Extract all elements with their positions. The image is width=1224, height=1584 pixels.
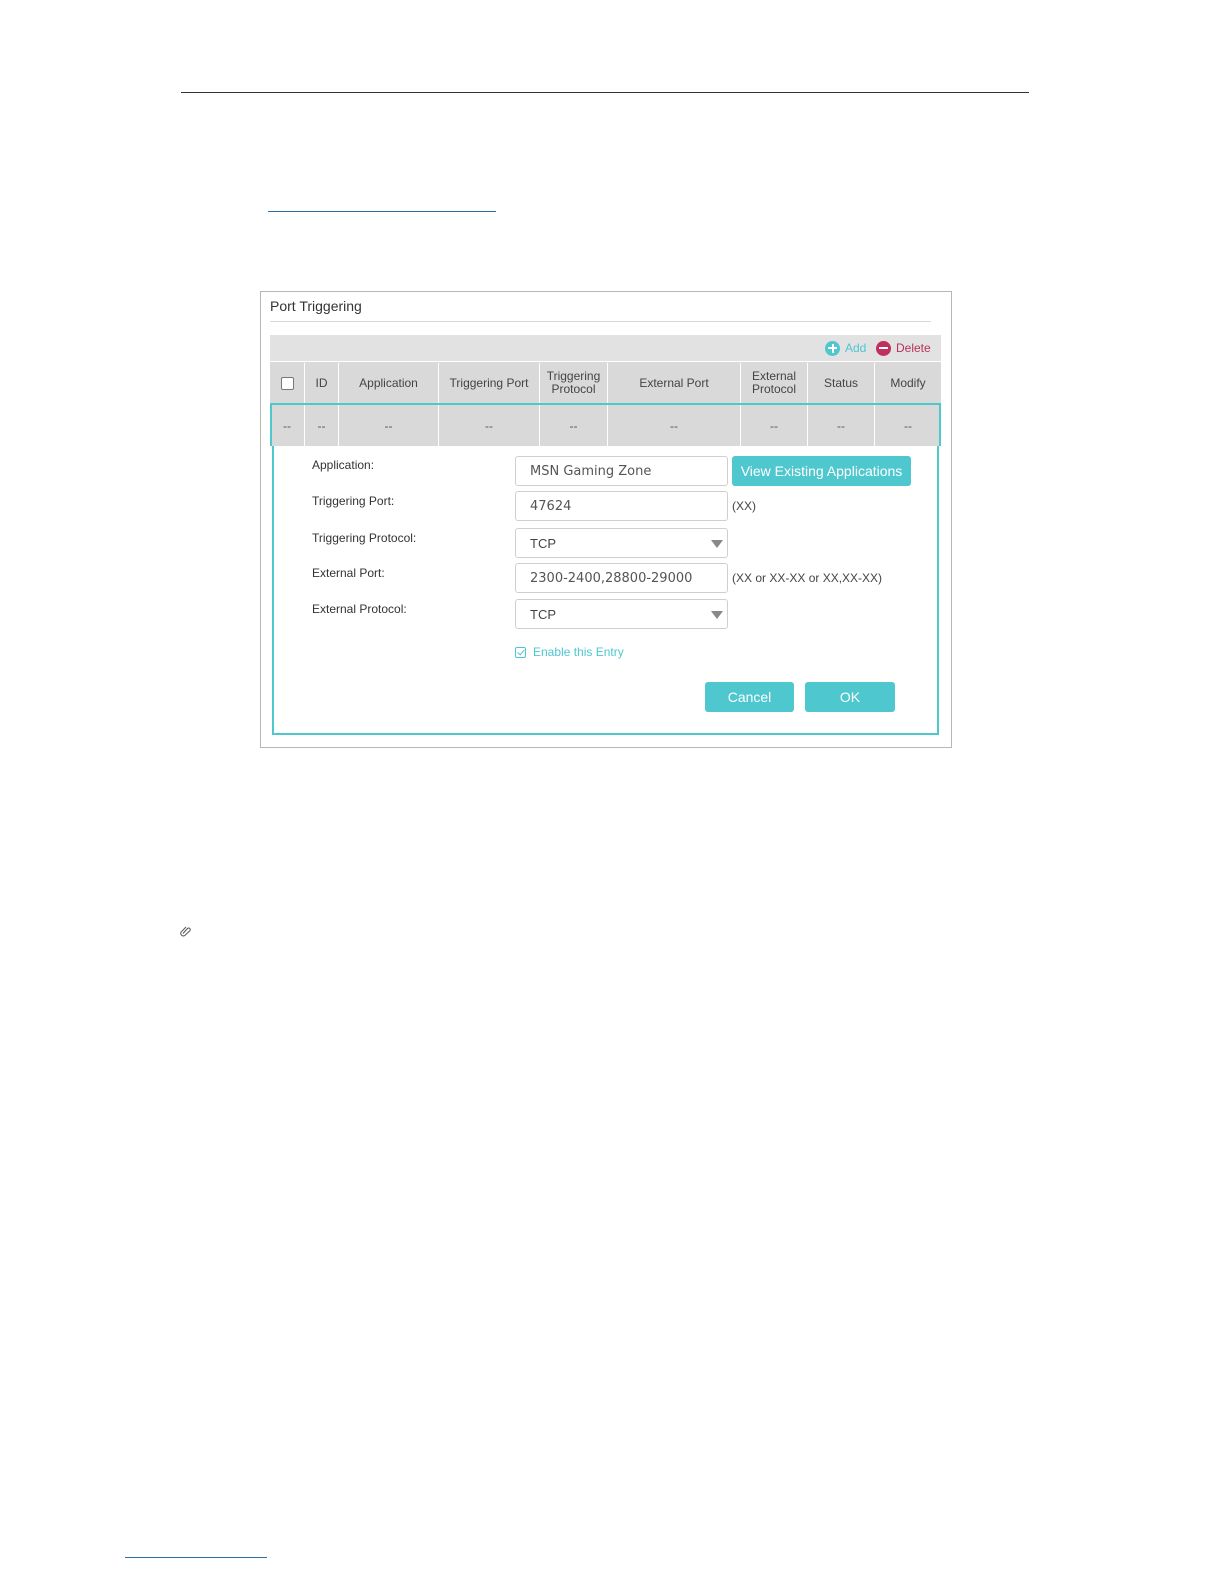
table-cell: -- xyxy=(305,405,339,446)
external-port-hint: (XX or XX-XX or XX,XX-XX) xyxy=(732,571,883,585)
table-cell: -- xyxy=(741,405,808,446)
port-triggering-table: ID Application Triggering Port Triggerin… xyxy=(270,362,941,446)
panel-title: Port Triggering xyxy=(270,298,362,314)
table-cell: -- xyxy=(808,405,875,446)
cancel-button[interactable]: Cancel xyxy=(705,682,794,712)
row-highlight-left xyxy=(270,404,272,446)
edit-entry-form: Application: View Existing Applications … xyxy=(272,446,939,735)
table-cell: -- xyxy=(540,405,608,446)
triggering-protocol-select[interactable]: TCP xyxy=(515,528,728,558)
delete-button[interactable]: Delete xyxy=(876,335,931,361)
external-protocol-label: External Protocol: xyxy=(312,602,407,616)
triggering-port-label: Triggering Port: xyxy=(312,494,395,508)
triggering-protocol-label: Triggering Protocol: xyxy=(312,531,417,545)
header-select-all[interactable] xyxy=(270,363,305,403)
triggering-port-hint: (XX) xyxy=(732,499,756,513)
page-header-rule xyxy=(181,92,1029,93)
table-cell: -- xyxy=(339,405,439,446)
add-label: Add xyxy=(845,341,867,355)
table-cell: -- xyxy=(270,405,305,446)
add-circle-icon xyxy=(825,340,840,356)
panel-title-divider xyxy=(270,321,931,322)
paperclip-icon xyxy=(180,926,191,937)
column-header-status: Status xyxy=(808,363,875,403)
select-all-checkbox[interactable] xyxy=(280,376,294,390)
view-existing-applications-button[interactable]: View Existing Applications xyxy=(732,456,911,486)
application-label: Application: xyxy=(312,458,375,472)
external-port-input[interactable] xyxy=(515,563,728,593)
checkbox-icon[interactable] xyxy=(515,646,526,658)
external-port-label: External Port: xyxy=(312,566,385,580)
link-underline xyxy=(268,211,496,212)
ok-button[interactable]: OK xyxy=(805,682,895,712)
dropdown-arrow-icon xyxy=(711,540,723,548)
dropdown-arrow-icon xyxy=(711,611,723,619)
delete-label: Delete xyxy=(896,341,931,355)
external-protocol-select[interactable]: TCP xyxy=(515,599,728,629)
table-cell: -- xyxy=(608,405,741,446)
table-cell: -- xyxy=(439,405,540,446)
enable-entry-label: Enable this Entry xyxy=(533,645,624,659)
triggering-protocol-value: TCP xyxy=(530,536,556,551)
row-highlight-right xyxy=(939,404,941,446)
column-header-id: ID xyxy=(305,363,339,403)
column-header-triggering-port: Triggering Port xyxy=(439,363,540,403)
column-header-application: Application xyxy=(339,363,439,403)
footer-link-underline xyxy=(125,1557,267,1558)
delete-circle-icon xyxy=(876,340,891,356)
triggering-port-input[interactable] xyxy=(515,491,728,521)
table-toolbar: Add Delete xyxy=(270,335,941,361)
column-header-modify: Modify xyxy=(890,375,926,390)
column-header-triggering-protocol: Triggering Protocol xyxy=(540,363,608,403)
application-input[interactable] xyxy=(515,456,728,486)
table-cell: -- xyxy=(904,418,912,433)
column-header-external-port: External Port xyxy=(608,363,741,403)
external-protocol-value: TCP xyxy=(530,607,556,622)
column-header-external-protocol: External Protocol xyxy=(741,363,808,403)
enable-entry-toggle[interactable]: Enable this Entry xyxy=(515,645,624,659)
add-button[interactable]: Add xyxy=(825,335,866,361)
port-triggering-panel: Port Triggering Add Delete ID Applicatio… xyxy=(260,291,952,748)
